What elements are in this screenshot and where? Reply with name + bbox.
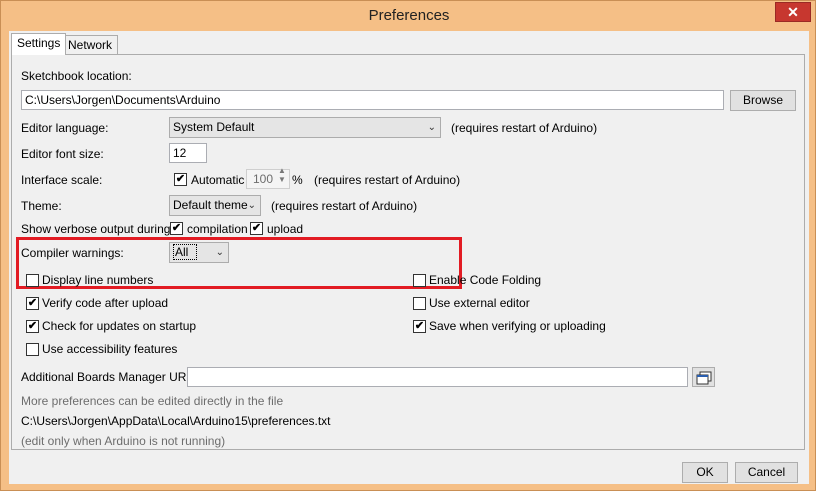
compiler-warnings-select[interactable]: All ⌄ [169, 242, 229, 263]
scale-unit: % [292, 173, 303, 187]
tab-settings[interactable]: Settings [11, 33, 67, 55]
close-button[interactable]: ✕ [775, 2, 811, 22]
external-editor-label: Use external editor [429, 296, 530, 310]
preferences-window: Preferences ✕ Settings Network Sketchboo… [0, 0, 816, 491]
edit-note-text: (edit only when Arduino is not running) [21, 434, 226, 448]
title-bar[interactable]: Preferences ✕ [1, 1, 816, 31]
code-folding-label: Enable Code Folding [429, 273, 542, 287]
chevron-down-icon: ⌄ [427, 122, 436, 133]
tab-network[interactable]: Network [62, 35, 119, 54]
code-folding-checkbox[interactable] [413, 274, 426, 287]
window-list-icon [696, 371, 711, 385]
theme-label: Theme: [21, 199, 62, 213]
spinner-arrows-icon[interactable]: ▲ ▼ [278, 166, 286, 184]
display-line-numbers-checkbox[interactable] [26, 274, 39, 287]
font-size-field[interactable]: 12 [169, 143, 207, 163]
interface-scale-label: Interface scale: [21, 173, 103, 187]
editor-language-value: System Default [173, 120, 255, 134]
check-updates-checkbox[interactable]: ✔ [26, 320, 39, 333]
editor-language-label: Editor language: [21, 121, 109, 135]
verbose-upload-checkbox[interactable]: ✔ [250, 222, 263, 235]
accessibility-checkbox[interactable] [26, 343, 39, 356]
theme-select[interactable]: Default theme ⌄ [169, 195, 261, 216]
cancel-button[interactable]: Cancel [735, 462, 798, 483]
theme-value: Default theme [173, 198, 248, 212]
automatic-scale-checkbox[interactable]: ✔ [174, 173, 187, 186]
accessibility-label: Use accessibility features [42, 342, 178, 356]
boards-urls-label: Additional Boards Manager URLs: [21, 370, 203, 384]
chevron-down-icon: ⌄ [215, 247, 224, 258]
theme-note: (requires restart of Arduino) [271, 199, 418, 213]
verify-after-upload-label: Verify code after upload [42, 296, 169, 310]
dialog-client: Settings Network Sketchbook location: C:… [9, 31, 809, 484]
compiler-warnings-label: Compiler warnings: [21, 246, 124, 260]
sketchbook-location-field[interactable]: C:\Users\Jorgen\Documents\Arduino [21, 90, 724, 110]
automatic-scale-label: Automatic [191, 173, 245, 187]
editor-language-note: (requires restart of Arduino) [451, 121, 598, 135]
editor-language-select[interactable]: System Default ⌄ [169, 117, 441, 138]
font-size-label: Editor font size: [21, 147, 104, 161]
check-updates-label: Check for updates on startup [42, 319, 197, 333]
boards-urls-field[interactable] [187, 367, 688, 387]
verify-after-upload-checkbox[interactable]: ✔ [26, 297, 39, 310]
ok-button[interactable]: OK [682, 462, 728, 483]
sketchbook-label: Sketchbook location: [21, 69, 132, 83]
verbose-label: Show verbose output during: [21, 222, 174, 236]
close-icon: ✕ [787, 4, 799, 20]
verbose-compilation-checkbox[interactable]: ✔ [170, 222, 183, 235]
display-line-numbers-label: Display line numbers [42, 273, 154, 287]
verbose-upload-label: upload [267, 222, 304, 236]
interface-scale-note: (requires restart of Arduino) [314, 173, 461, 187]
prefs-file-path[interactable]: C:\Users\Jorgen\AppData\Local\Arduino15\… [21, 413, 331, 429]
save-when-verifying-label: Save when verifying or uploading [429, 319, 606, 333]
external-editor-checkbox[interactable] [413, 297, 426, 310]
more-prefs-text: More preferences can be edited directly … [21, 394, 284, 408]
chevron-down-icon: ⌄ [247, 200, 256, 211]
browse-button[interactable]: Browse [730, 90, 796, 111]
compiler-warnings-value: All [173, 244, 198, 260]
settings-panel: Sketchbook location: C:\Users\Jorgen\Doc… [11, 54, 805, 450]
window-title: Preferences [368, 7, 450, 24]
verbose-compilation-label: compilation [187, 222, 248, 236]
boards-urls-edit-button[interactable] [692, 367, 715, 387]
save-when-verifying-checkbox[interactable]: ✔ [413, 320, 426, 333]
